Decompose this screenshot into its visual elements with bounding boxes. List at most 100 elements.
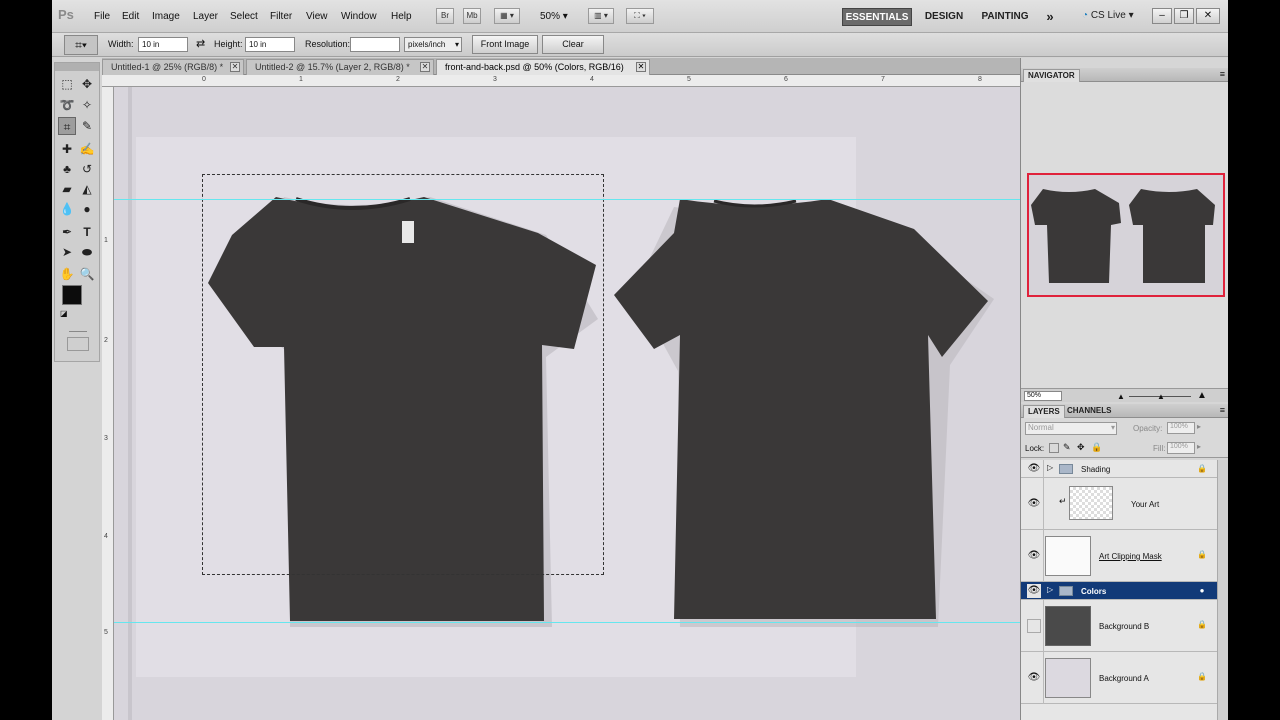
clone-stamp-tool-icon[interactable]: ♣	[58, 160, 76, 178]
expand-arrow-icon[interactable]: ▷	[1047, 585, 1053, 594]
quick-mask-icon[interactable]	[67, 337, 89, 351]
close-icon[interactable]: ✕	[230, 62, 240, 72]
navigator-zoom-input[interactable]: 50%	[1024, 391, 1062, 401]
panel-menu-icon[interactable]: ≡	[1220, 405, 1225, 415]
layer-row-shading[interactable]: 👁 ▷ Shading 🔒	[1021, 460, 1217, 478]
marquee-tool-icon[interactable]: ⬚	[58, 75, 76, 93]
workspace-design[interactable]: DESIGN	[920, 8, 968, 26]
eye-icon[interactable]: 👁	[1027, 671, 1041, 685]
healing-brush-tool-icon[interactable]: ✚	[58, 140, 76, 158]
screen-mode-button[interactable]: ⛶ ▾	[626, 8, 654, 24]
eye-icon[interactable]: 👁	[1027, 462, 1041, 476]
move-tool-icon[interactable]: ✥	[78, 75, 96, 93]
tool-preset-picker[interactable]: ⌗▾	[64, 35, 98, 55]
path-selection-tool-icon[interactable]: ➤	[58, 243, 76, 261]
opacity-input[interactable]: 100%	[1167, 422, 1195, 434]
eye-icon[interactable]: 👁	[1027, 549, 1041, 563]
history-brush-tool-icon[interactable]: ↺	[78, 160, 96, 178]
restore-button[interactable]: ❐	[1174, 8, 1194, 24]
lock-pixels-icon[interactable]: ✎	[1063, 442, 1071, 453]
height-input[interactable]: 10 in	[245, 37, 295, 52]
workspace-essentials[interactable]: ESSENTIALS	[842, 8, 912, 26]
more-workspaces-button[interactable]: »	[1042, 8, 1058, 26]
brush-tool-icon[interactable]: ✍	[78, 140, 96, 158]
tab-front-and-back[interactable]: front-and-back.psd @ 50% (Colors, RGB/16…	[436, 59, 650, 75]
layer-row-your-art[interactable]: 👁 ↵ Your Art	[1021, 478, 1217, 530]
view-extras-button[interactable]: ▦ ▾	[494, 8, 520, 24]
menu-layer[interactable]: Layer	[193, 11, 218, 22]
document-canvas[interactable]	[114, 87, 1020, 720]
hand-tool-icon[interactable]: ✋	[58, 265, 76, 283]
layer-row-colors[interactable]: 👁 ▷ Colors ●	[1021, 582, 1217, 600]
navigator-view-box[interactable]	[1027, 173, 1225, 297]
tab-layers[interactable]: LAYERS	[1023, 405, 1065, 418]
lock-position-icon[interactable]: ✥	[1077, 442, 1085, 453]
lock-transparent-icon[interactable]	[1049, 443, 1059, 453]
minimize-button[interactable]: –	[1152, 8, 1172, 24]
eyedropper-tool-icon[interactable]: ✎	[78, 117, 96, 135]
menu-view[interactable]: View	[306, 11, 328, 22]
zoom-out-icon[interactable]: ▲	[1117, 392, 1125, 401]
menu-filter[interactable]: Filter	[270, 11, 292, 22]
tab-untitled-2[interactable]: Untitled-2 @ 15.7% (Layer 2, RGB/8) * ✕	[246, 59, 434, 75]
zoom-slider-thumb[interactable]: ▲	[1157, 392, 1165, 401]
menu-edit[interactable]: Edit	[122, 11, 139, 22]
vertical-ruler[interactable]: 1 2 3 4 5	[102, 87, 114, 720]
tab-untitled-1[interactable]: Untitled-1 @ 25% (RGB/8) * ✕	[102, 59, 244, 75]
blend-mode-select[interactable]: Normal ▾	[1025, 422, 1117, 435]
horizontal-guide[interactable]	[114, 199, 1020, 200]
tab-navigator[interactable]: NAVIGATOR	[1023, 69, 1080, 82]
eraser-tool-icon[interactable]: ▰	[58, 180, 76, 198]
swap-dimensions-icon[interactable]: ⇄	[196, 37, 205, 50]
menu-select[interactable]: Select	[230, 11, 258, 22]
close-button[interactable]: ✕	[1196, 8, 1220, 24]
eye-icon[interactable]: 👁	[1027, 584, 1041, 598]
mini-bridge-button[interactable]: Mb	[463, 8, 481, 24]
close-icon[interactable]: ✕	[636, 62, 646, 72]
menu-help[interactable]: Help	[391, 11, 412, 22]
menu-image[interactable]: Image	[152, 11, 180, 22]
pen-tool-icon[interactable]: ✒	[58, 223, 76, 241]
horizontal-guide[interactable]	[114, 622, 1020, 623]
menu-window[interactable]: Window	[341, 11, 377, 22]
layer-row-background-a[interactable]: 👁 Background A 🔒	[1021, 652, 1217, 704]
layers-scrollbar[interactable]	[1217, 460, 1228, 720]
tab-channels[interactable]: CHANNELS	[1063, 405, 1115, 418]
layer-row-background-b[interactable]: Background B 🔒	[1021, 600, 1217, 652]
tools-panel-grip[interactable]	[55, 63, 99, 71]
fill-arrow-icon[interactable]: ▸	[1197, 442, 1201, 451]
arrange-documents-button[interactable]: ▥ ▾	[588, 8, 614, 24]
type-tool-icon[interactable]: T	[78, 223, 96, 241]
shape-tool-icon[interactable]: ⬬	[78, 243, 96, 261]
default-colors-icon[interactable]: ◪	[60, 309, 68, 318]
layer-row-art-clipping-mask[interactable]: 👁 Art Clipping Mask 🔒	[1021, 530, 1217, 582]
foreground-color-swatch[interactable]	[62, 285, 82, 305]
zoom-tool-icon[interactable]: 🔍	[78, 265, 96, 283]
clear-button[interactable]: Clear	[542, 35, 604, 54]
fill-input[interactable]: 100%	[1167, 442, 1195, 454]
width-input[interactable]: 10 in	[138, 37, 188, 52]
zoom-level-select[interactable]: 50% ▾	[540, 11, 568, 22]
crop-tool-icon[interactable]: ⌗	[58, 117, 76, 135]
bridge-button[interactable]: Br	[436, 8, 454, 24]
quick-selection-tool-icon[interactable]: ✧	[78, 96, 96, 114]
dodge-tool-icon[interactable]: ●	[78, 200, 96, 218]
expand-arrow-icon[interactable]: ▷	[1047, 463, 1053, 472]
close-icon[interactable]: ✕	[420, 62, 430, 72]
zoom-in-icon[interactable]: ▲	[1197, 390, 1207, 401]
crop-selection-marquee[interactable]	[202, 174, 604, 575]
gradient-tool-icon[interactable]: ◭	[78, 180, 96, 198]
opacity-arrow-icon[interactable]: ▸	[1197, 422, 1201, 431]
menu-file[interactable]: File	[94, 11, 110, 22]
resolution-input[interactable]	[350, 37, 400, 52]
cs-live-button[interactable]: ◔ CS Live ▾	[1082, 10, 1134, 21]
visibility-toggle-off[interactable]	[1027, 619, 1041, 633]
panel-menu-icon[interactable]: ≡	[1220, 69, 1225, 79]
lasso-tool-icon[interactable]: ➰	[58, 96, 76, 114]
resolution-unit-select[interactable]: pixels/inch ▾	[404, 37, 462, 52]
horizontal-ruler[interactable]: 0 1 2 3 4 5 6 7 8	[102, 75, 1020, 87]
front-image-button[interactable]: Front Image	[472, 35, 538, 54]
eye-icon[interactable]: 👁	[1027, 497, 1041, 511]
workspace-painting[interactable]: PAINTING	[976, 8, 1034, 26]
lock-all-icon[interactable]: 🔒	[1091, 442, 1102, 453]
